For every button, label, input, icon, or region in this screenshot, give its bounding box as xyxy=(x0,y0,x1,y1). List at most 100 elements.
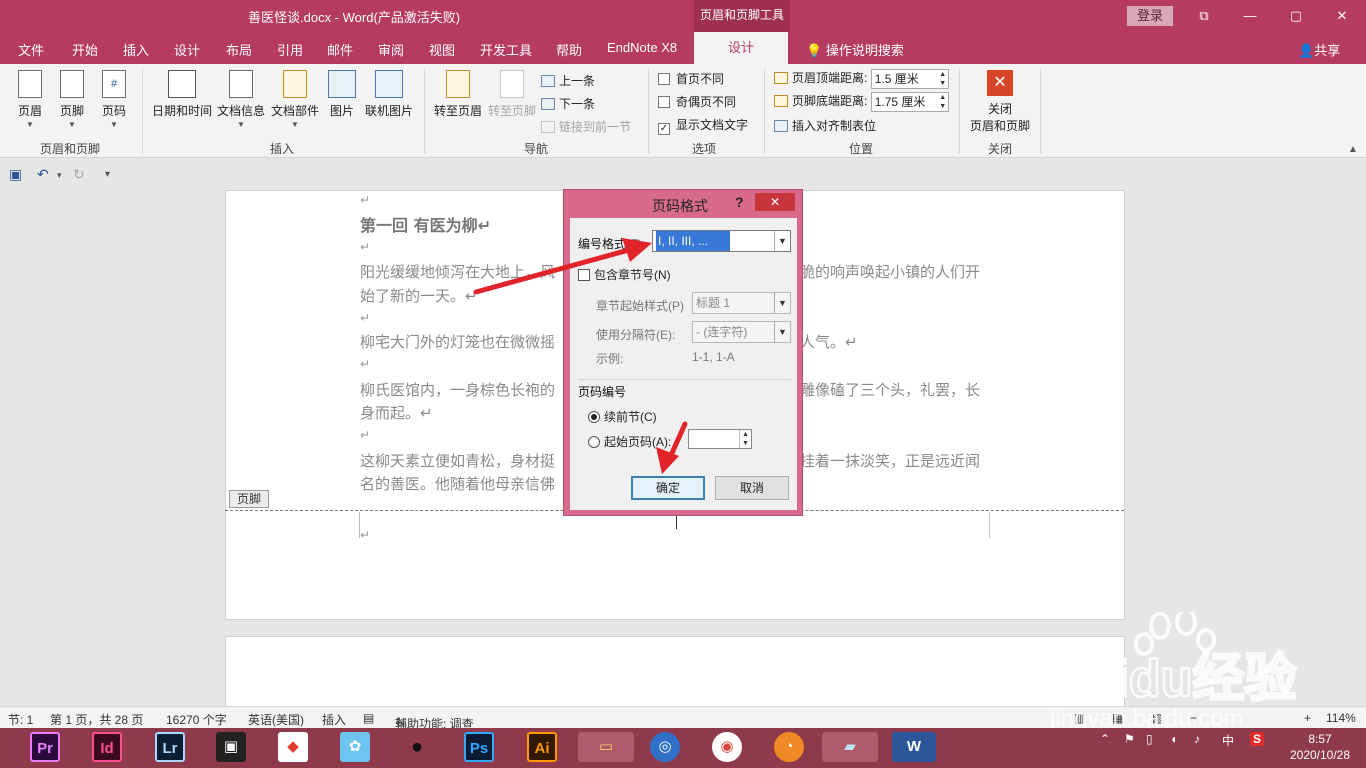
collapse-ribbon-icon[interactable]: ▲ xyxy=(1348,144,1358,155)
different-first-page-checkbox[interactable]: 首页不同 xyxy=(658,70,724,87)
photoshop-app[interactable]: Ps xyxy=(464,732,494,762)
qq-icon[interactable]: ● xyxy=(402,732,432,762)
separator-select[interactable]: - (连字符) ▼ xyxy=(692,321,791,343)
tab-insert[interactable]: 插入 xyxy=(123,40,149,59)
share-button[interactable]: 👤共享 xyxy=(1298,40,1340,59)
help-icon[interactable]: ? xyxy=(735,194,744,210)
dialog-close-icon[interactable]: ✕ xyxy=(755,193,795,211)
cancel-button[interactable]: 取消 xyxy=(715,476,789,500)
chat-app-icon[interactable]: ✿ xyxy=(340,732,370,762)
illustrator-app[interactable]: Ai xyxy=(527,732,557,762)
previous-button[interactable]: 上一条 xyxy=(541,72,595,89)
start-at-radio[interactable]: 起始页码(A): xyxy=(588,433,671,450)
online-picture-button[interactable]: 联机图片 xyxy=(364,70,414,119)
notebook-app-icon[interactable]: ▰ xyxy=(822,732,878,762)
close-header-footer-button[interactable]: ✕ 关闭 页眉和页脚 xyxy=(966,70,1034,134)
word-count[interactable]: 16270 个字 xyxy=(166,711,227,728)
undo-dropdown-icon[interactable]: ▾ xyxy=(57,170,62,181)
lightroom-app[interactable]: Lr xyxy=(155,732,185,762)
show-document-text-checkbox[interactable]: ✓ 显示文档文字 xyxy=(658,116,748,135)
tell-me-search[interactable]: 💡 操作说明搜索 xyxy=(806,40,904,59)
system-clock[interactable]: 8:57 2020/10/28 xyxy=(1282,731,1358,763)
flag-icon[interactable]: ⚑ xyxy=(1124,732,1135,746)
tab-endnote[interactable]: EndNote X8 xyxy=(607,40,677,55)
language-indicator[interactable]: 英语(美国) xyxy=(248,711,304,728)
chapter-style-select[interactable]: 标题 1 ▼ xyxy=(692,292,791,314)
goto-header-button[interactable]: 转至页眉 xyxy=(432,70,484,119)
goto-footer-button[interactable]: 转至页脚 xyxy=(486,70,538,119)
include-chapter-checkbox[interactable]: 包含章节号(N) xyxy=(578,266,671,283)
spin-arrows-icon[interactable]: ▲ ▼ xyxy=(938,70,948,88)
customize-toolbar-icon[interactable]: ▾ xyxy=(105,169,110,180)
page-number-button[interactable]: # 页码 ▼ xyxy=(98,70,130,129)
header-top-input[interactable]: 1.5 厘米 ▲ ▼ xyxy=(870,69,949,89)
tab-home[interactable]: 开始 xyxy=(72,40,98,59)
quick-parts-button[interactable]: 文档部件 ▼ xyxy=(270,70,320,129)
print-layout-icon[interactable]: ▦ xyxy=(1112,711,1123,725)
tab-header-footer-design[interactable]: 设计 xyxy=(694,32,788,64)
browser-icon[interactable]: ◎ xyxy=(650,732,680,762)
video-editor-icon[interactable]: ▣ xyxy=(216,732,246,762)
date-time-button[interactable]: 日期和时间 xyxy=(150,70,214,119)
chrome-icon[interactable]: ◉ xyxy=(712,732,742,762)
group-label-position: 位置 xyxy=(848,142,873,156)
different-odd-even-checkbox[interactable]: 奇偶页不同 xyxy=(658,93,736,110)
tab-layout[interactable]: 布局 xyxy=(226,40,252,59)
photo-viewer-icon[interactable]: ◆ xyxy=(278,732,308,762)
web-layout-icon[interactable]: ▧ xyxy=(1152,711,1163,725)
tab-developer[interactable]: 开发工具 xyxy=(480,40,532,59)
ribbon-display-options-icon[interactable]: ⧉ xyxy=(1192,6,1216,26)
tab-review[interactable]: 审阅 xyxy=(378,40,404,59)
doc-info-button[interactable]: 文档信息 ▼ xyxy=(216,70,266,129)
document-page-2[interactable] xyxy=(225,636,1125,716)
person-icon: 👤 xyxy=(1298,43,1315,58)
network-icon[interactable]: ◖ xyxy=(1170,732,1177,746)
login-button[interactable]: 登录 xyxy=(1127,6,1173,26)
number-format-select[interactable]: I, II, III, ... ▼ xyxy=(652,230,791,252)
tab-file[interactable]: 文件 xyxy=(18,40,44,59)
tab-references[interactable]: 引用 xyxy=(277,40,303,59)
insert-mode-indicator[interactable]: 插入 xyxy=(322,711,346,728)
insert-alignment-tab-button[interactable]: 插入对齐制表位 xyxy=(774,117,876,134)
start-at-input[interactable]: ▲ ▼ xyxy=(688,429,752,449)
next-button[interactable]: 下一条 xyxy=(541,95,595,112)
close-window-icon[interactable]: ✕ xyxy=(1330,6,1354,26)
file-explorer-icon[interactable]: ▭ xyxy=(578,732,634,762)
save-icon[interactable]: ▣ xyxy=(9,166,22,183)
word-app-icon[interactable]: W xyxy=(892,732,936,762)
redo-icon[interactable]: ↻ xyxy=(73,166,85,183)
continue-previous-radio[interactable]: 续前节(C) xyxy=(588,408,657,425)
picture-button[interactable]: 图片 xyxy=(326,70,358,119)
link-previous-button[interactable]: 链接到前一节 xyxy=(541,118,631,135)
footer-margin-corner xyxy=(359,512,360,538)
tab-design[interactable]: 设计 xyxy=(174,40,200,59)
footer-bottom-input[interactable]: 1.75 厘米 ▲ ▼ xyxy=(870,92,949,112)
zoom-level[interactable]: 114% xyxy=(1326,711,1356,725)
section-indicator[interactable]: 节: 1 xyxy=(8,711,33,728)
macro-record-icon[interactable]: ▤ xyxy=(363,711,374,725)
volume-icon[interactable]: ♪ xyxy=(1194,732,1200,746)
spin-arrows-icon[interactable]: ▲ ▼ xyxy=(739,430,751,448)
media-player-icon[interactable]: ◔ xyxy=(774,732,804,762)
indesign-app[interactable]: Id xyxy=(92,732,122,762)
tab-view[interactable]: 视图 xyxy=(429,40,455,59)
footer-button[interactable]: 页脚 ▼ xyxy=(56,70,88,129)
header-button[interactable]: 页眉 ▼ xyxy=(14,70,46,129)
zoom-out-icon[interactable]: − xyxy=(1190,711,1197,725)
tab-mailings[interactable]: 邮件 xyxy=(327,40,353,59)
spin-arrows-icon[interactable]: ▲ ▼ xyxy=(938,93,948,111)
ok-button[interactable]: 确定 xyxy=(631,476,705,500)
tab-help[interactable]: 帮助 xyxy=(556,40,582,59)
maximize-icon[interactable]: ▢ xyxy=(1284,6,1308,26)
ime-indicator[interactable]: 中 xyxy=(1222,732,1234,749)
read-mode-icon[interactable]: ▥ xyxy=(1074,711,1085,725)
undo-icon[interactable]: ↶ xyxy=(37,166,49,183)
sogou-input-icon[interactable]: S xyxy=(1250,732,1265,746)
zoom-in-icon[interactable]: + xyxy=(1304,711,1311,725)
page-indicator[interactable]: 第 1 页，共 28 页 xyxy=(50,711,143,728)
battery-icon[interactable]: ▯ xyxy=(1146,732,1153,746)
premiere-pro-app[interactable]: Pr xyxy=(30,732,60,762)
minimize-icon[interactable]: — xyxy=(1238,6,1262,26)
tray-expand-icon[interactable]: ⌃ xyxy=(1100,732,1110,746)
chevron-down-icon[interactable]: ▼ xyxy=(774,231,790,251)
